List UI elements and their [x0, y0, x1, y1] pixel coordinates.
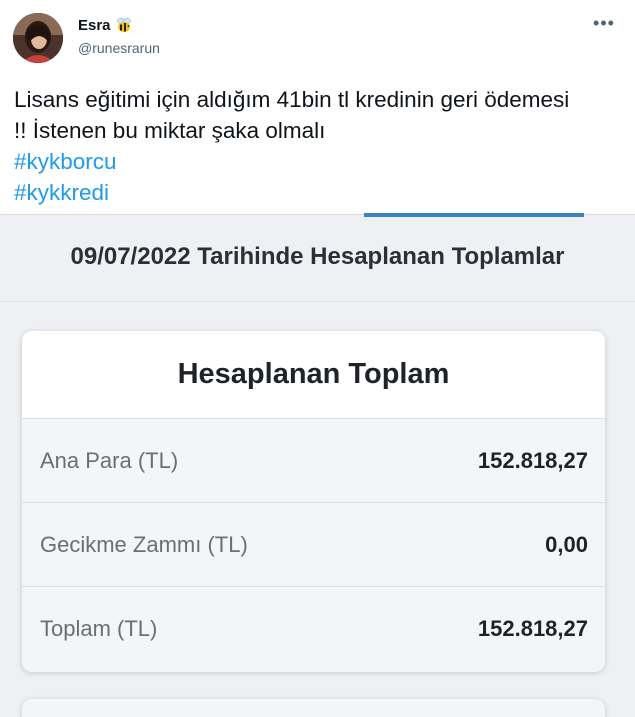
totals-row-principal: Ana Para (TL) 152.818,27 — [22, 419, 605, 503]
totals-row-late-fee: Gecikme Zammı (TL) 0,00 — [22, 503, 605, 587]
row-value: 152.818,27 — [477, 447, 588, 473]
row-label: Gecikme Zammı (TL) — [40, 531, 248, 557]
author-handle[interactable]: @runesrarun — [78, 40, 160, 56]
row-value: 152.818,27 — [477, 616, 588, 641]
row-value: 0,00 — [545, 531, 588, 557]
tweet-text: Lisans eğitimi için aldığım 41bin tl kre… — [14, 84, 624, 208]
tweet-text-line-1: Lisans eğitimi için aldığım 41bin tl kre… — [14, 87, 570, 112]
tweet-card: Esra @runesrarun ••• Lisans eğitimi için… — [0, 0, 635, 214]
avatar[interactable] — [13, 13, 63, 63]
tweet-text-line-2: !! İstenen bu miktar şaka olmalı — [14, 118, 326, 143]
totals-row-total: Toplam (TL) 152.818,27 — [22, 587, 605, 671]
more-options-button[interactable]: ••• — [590, 14, 618, 36]
attached-image[interactable]: 09/07/2022 Tarihinde Hesaplanan Toplamla… — [0, 213, 635, 717]
divider — [0, 301, 635, 302]
row-label: Ana Para (TL) — [40, 447, 179, 473]
page-title: 09/07/2022 Tarihinde Hesaplanan Toplamla… — [70, 243, 565, 270]
active-tab-indicator — [364, 213, 584, 217]
hashtag-link[interactable]: #kykkredi — [14, 177, 624, 208]
bee-icon — [115, 16, 133, 34]
more-icon: ••• — [593, 13, 615, 33]
next-card — [22, 699, 605, 717]
hashtag-link[interactable]: #kykborcu — [14, 146, 624, 177]
author-name[interactable]: Esra — [78, 16, 133, 34]
totals-card: Hesaplanan Toplam Ana Para (TL) 152.818,… — [22, 331, 605, 672]
card-title: Hesaplanan Toplam — [22, 331, 605, 419]
row-label: Toplam (TL) — [40, 616, 158, 641]
author-name-text: Esra — [78, 16, 111, 34]
